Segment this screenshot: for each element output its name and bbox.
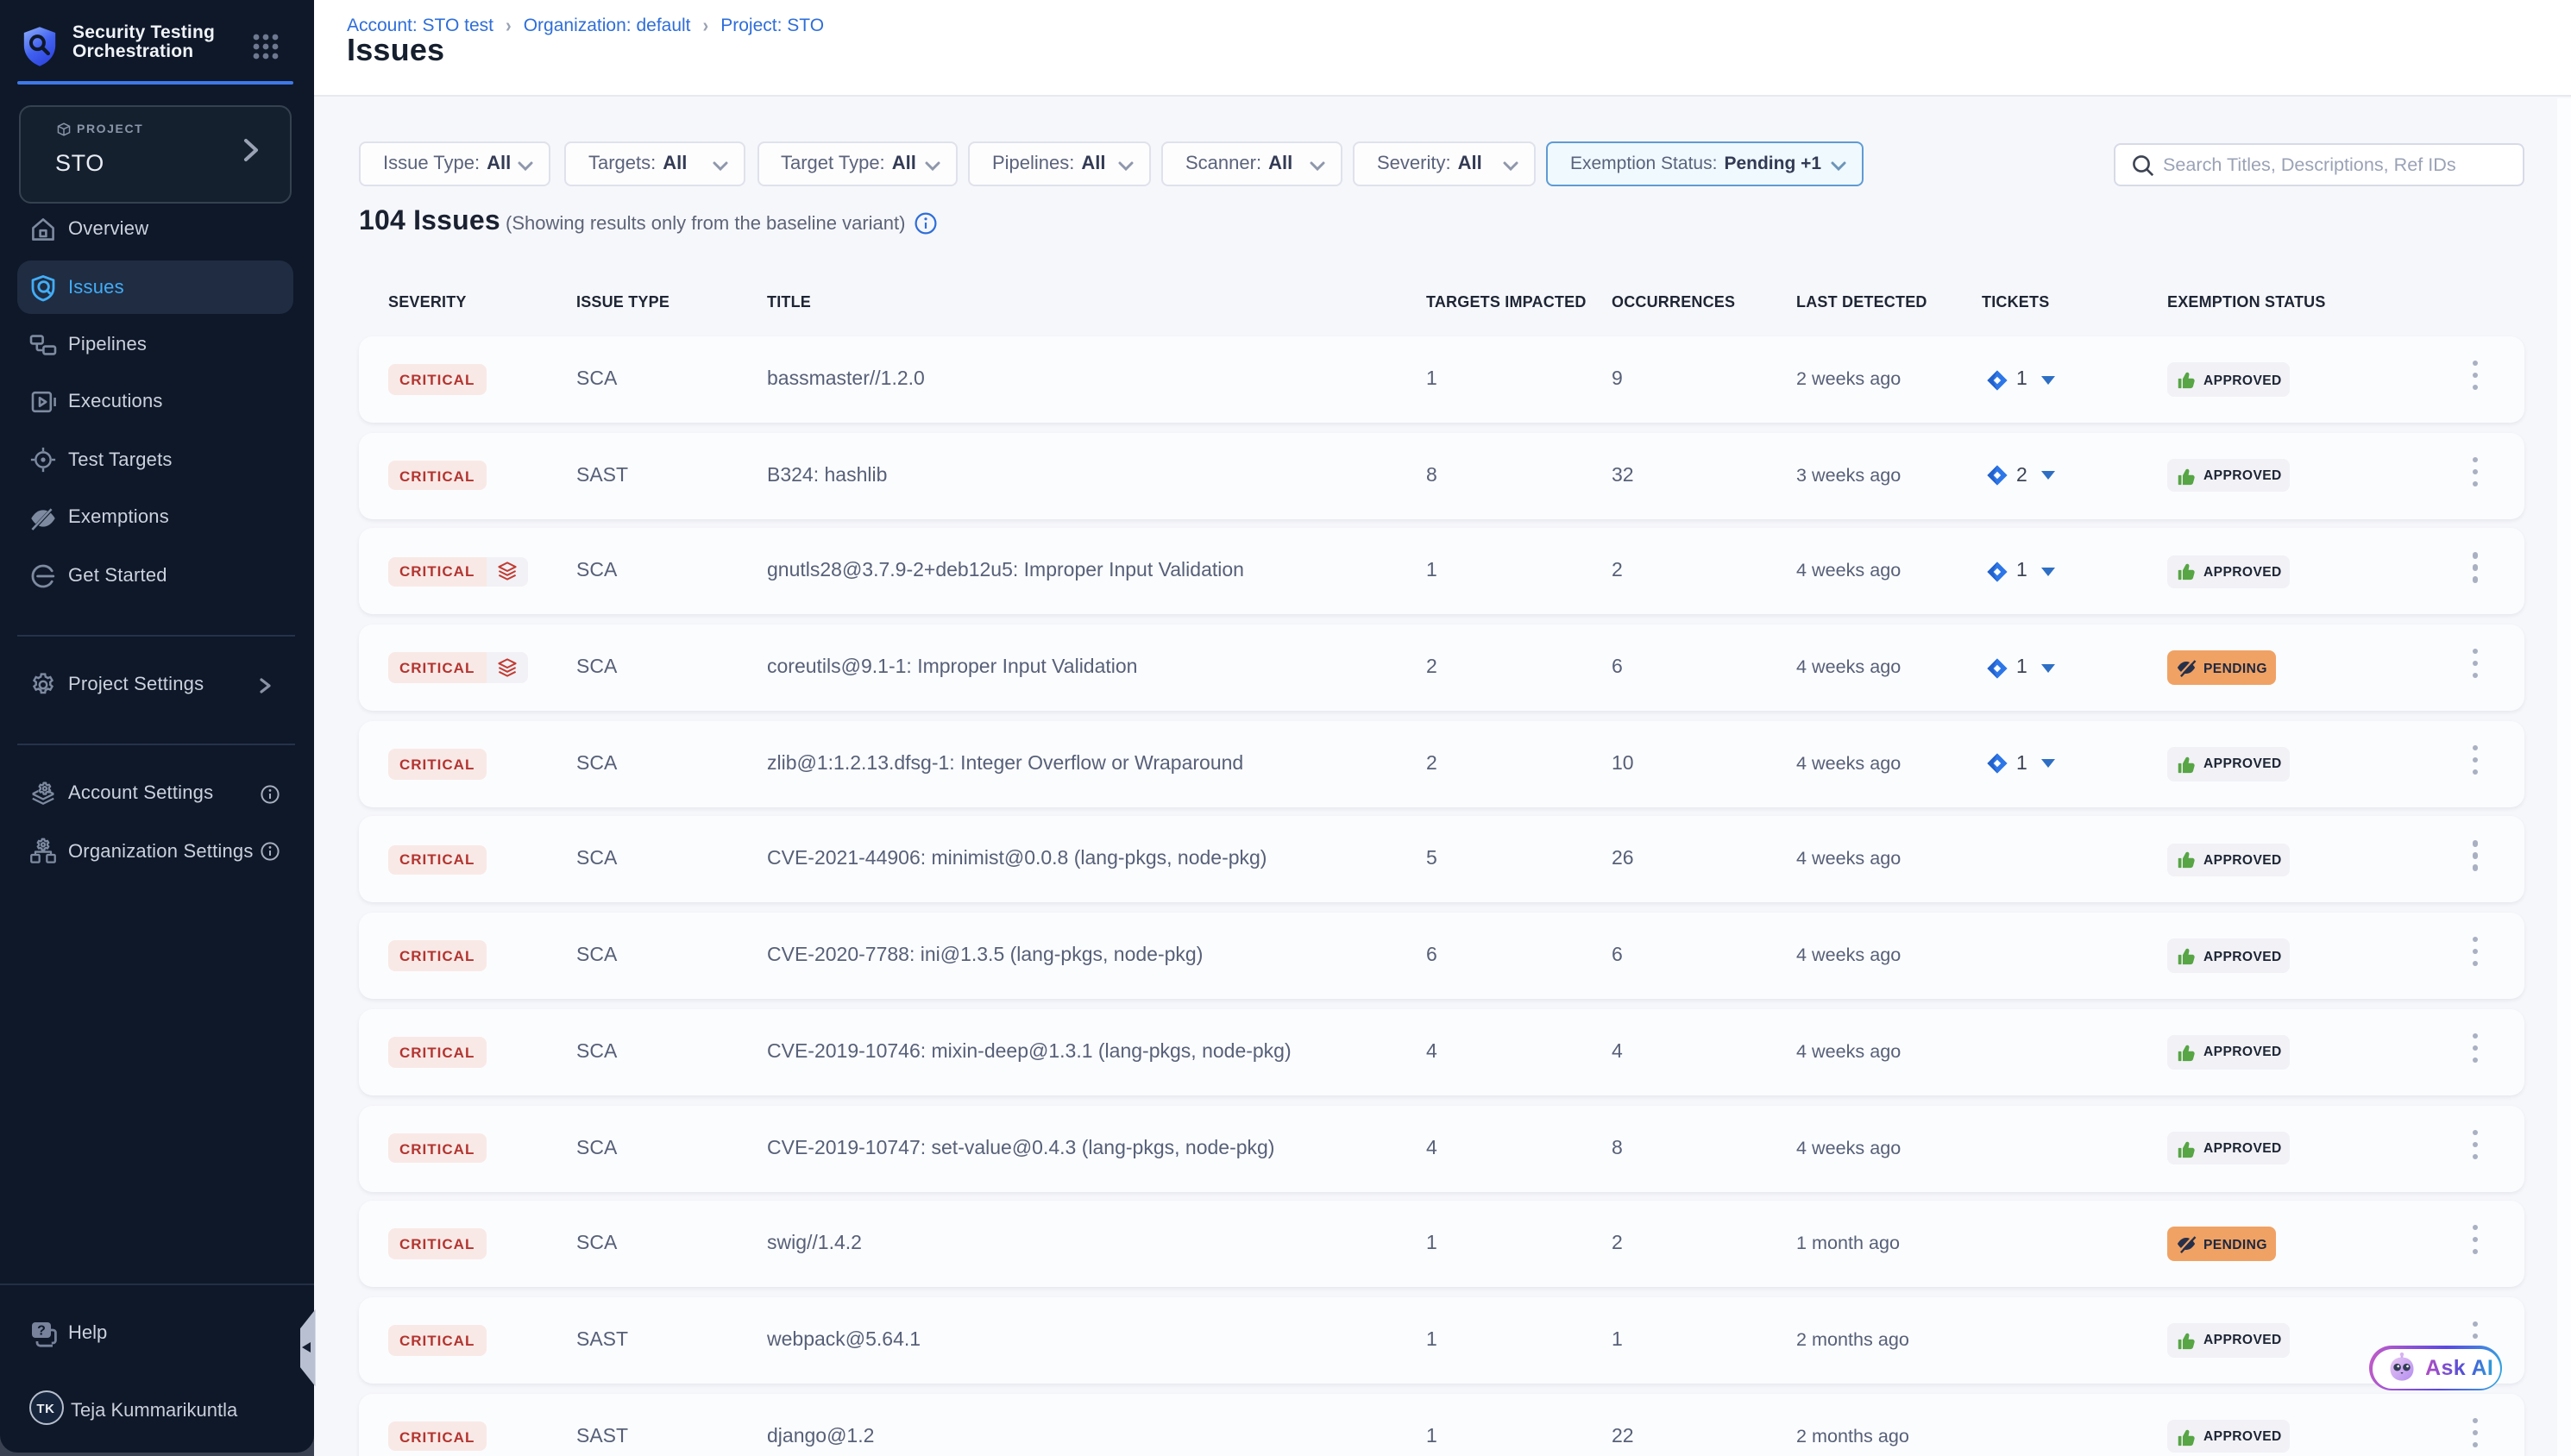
svg-text:?: ? <box>37 1324 46 1339</box>
